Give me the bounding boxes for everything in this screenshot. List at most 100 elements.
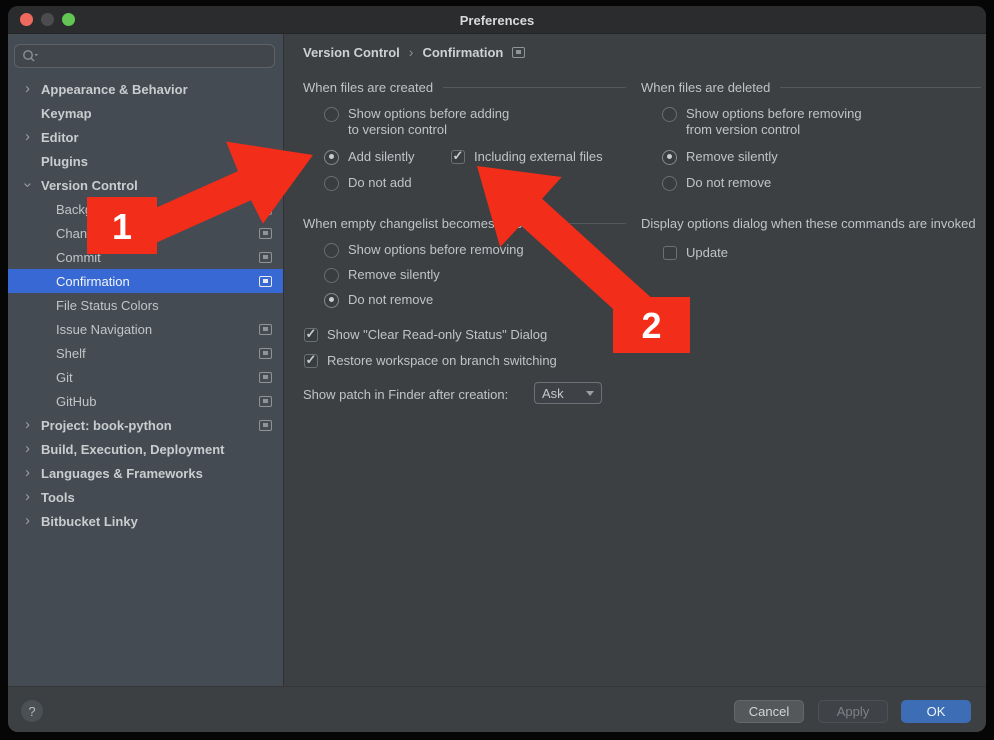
- close-window-icon[interactable]: [20, 13, 33, 26]
- screen-icon: [512, 47, 525, 58]
- sidebar-item-github[interactable]: GitHub: [8, 389, 283, 413]
- apply-button: Apply: [818, 700, 888, 723]
- sidebar-item-label: Issue Navigation: [56, 322, 152, 337]
- checkbox-label: Show "Clear Read-only Status" Dialog: [327, 327, 547, 343]
- sidebar-item-label: Languages & Frameworks: [41, 466, 203, 481]
- radio-show-options-before-removing[interactable]: Show options before removing from versio…: [662, 106, 862, 138]
- breadcrumb-separator-icon: [409, 44, 414, 60]
- radio-remove-silently[interactable]: Remove silently: [662, 149, 778, 165]
- radio-show-options-before-adding[interactable]: Show options before adding to version co…: [324, 106, 509, 138]
- chevron-down-icon[interactable]: [25, 180, 41, 190]
- sidebar-item-appearance-behavior[interactable]: Appearance & Behavior: [8, 77, 283, 101]
- radio-do-not-add[interactable]: Do not add: [324, 175, 412, 191]
- checkbox-checked-icon[interactable]: [304, 354, 318, 368]
- sidebar-item-build-execution-deployment[interactable]: Build, Execution, Deployment: [8, 437, 283, 461]
- dropdown-value: Ask: [542, 386, 564, 401]
- sidebar-item-label: Bitbucket Linky: [41, 514, 138, 529]
- sidebar-item-changelists[interactable]: Changelists: [8, 221, 283, 245]
- sidebar-item-label: Keymap: [41, 106, 92, 121]
- dialog-footer: ? Cancel Apply OK: [8, 686, 986, 732]
- chevron-right-icon[interactable]: [25, 443, 41, 455]
- ok-button[interactable]: OK: [901, 700, 971, 723]
- checkbox-including-external-files[interactable]: Including external files: [451, 149, 603, 165]
- radio-selected-icon[interactable]: [324, 293, 339, 308]
- sidebar-item-label: Build, Execution, Deployment: [41, 442, 224, 457]
- screen-icon: [259, 348, 272, 359]
- sidebar-item-languages-frameworks[interactable]: Languages & Frameworks: [8, 461, 283, 485]
- radio-selected-icon[interactable]: [662, 150, 677, 165]
- sidebar-item-label: Editor: [41, 130, 79, 145]
- radio-icon[interactable]: [324, 268, 339, 283]
- breadcrumb-parent[interactable]: Version Control: [303, 45, 400, 60]
- screen-icon: [259, 276, 272, 287]
- chevron-right-icon[interactable]: [25, 83, 41, 95]
- sidebar-item-file-status-colors[interactable]: File Status Colors: [8, 293, 283, 317]
- group-title-empty-changelist: When empty changelist becomes inactive: [303, 215, 626, 232]
- chevron-right-icon[interactable]: [25, 515, 41, 527]
- chevron-right-icon[interactable]: [25, 131, 41, 143]
- radio-do-not-remove[interactable]: Do not remove: [662, 175, 771, 191]
- radio-add-silently[interactable]: Add silently: [324, 149, 414, 165]
- sidebar-item-label: GitHub: [56, 394, 96, 409]
- sidebar-item-editor[interactable]: Editor: [8, 125, 283, 149]
- sidebar-item-project-book-python[interactable]: Project: book-python: [8, 413, 283, 437]
- sidebar-item-background[interactable]: Background: [8, 197, 283, 221]
- sidebar-item-label: Appearance & Behavior: [41, 82, 188, 97]
- sidebar-item-plugins[interactable]: Plugins: [8, 149, 283, 173]
- sidebar-item-bitbucket-linky[interactable]: Bitbucket Linky: [8, 509, 283, 533]
- traffic-lights: [20, 13, 75, 26]
- radio-label: Do not add: [348, 175, 412, 191]
- sidebar-item-confirmation[interactable]: Confirmation: [8, 269, 283, 293]
- sidebar-item-tools[interactable]: Tools: [8, 485, 283, 509]
- sidebar-item-label: Version Control: [41, 178, 138, 193]
- sidebar-item-commit[interactable]: Commit: [8, 245, 283, 269]
- patch-in-finder-dropdown[interactable]: Ask: [534, 382, 602, 404]
- radio-icon[interactable]: [324, 107, 339, 122]
- radio-do-not-remove-changelist[interactable]: Do not remove: [324, 292, 433, 308]
- sidebar-item-label: Project: book-python: [41, 418, 172, 433]
- help-button[interactable]: ?: [21, 700, 43, 722]
- window-title: Preferences: [8, 6, 986, 34]
- cancel-button[interactable]: Cancel: [734, 700, 804, 723]
- confirmation-settings-panel: Version Control Confirmation When files …: [285, 34, 986, 686]
- radio-selected-icon[interactable]: [324, 150, 339, 165]
- sidebar-item-issue-navigation[interactable]: Issue Navigation: [8, 317, 283, 341]
- radio-icon[interactable]: [324, 243, 339, 258]
- settings-tree: Appearance & Behavior Keymap Editor Plug…: [8, 77, 283, 533]
- chevron-right-icon[interactable]: [25, 491, 41, 503]
- search-input[interactable]: [14, 44, 275, 68]
- title-bar: Preferences: [8, 6, 986, 34]
- checkbox-checked-icon[interactable]: [304, 328, 318, 342]
- radio-label: Remove silently: [686, 149, 778, 165]
- radio-icon[interactable]: [662, 176, 677, 191]
- zoom-window-icon[interactable]: [62, 13, 75, 26]
- sidebar-item-version-control[interactable]: Version Control: [8, 173, 283, 197]
- radio-label: Do not remove: [686, 175, 771, 191]
- preferences-window: Preferences Appearance & Behavior: [8, 6, 986, 732]
- checkbox-unchecked-icon[interactable]: [663, 246, 677, 260]
- patch-in-finder-label: Show patch in Finder after creation:: [303, 387, 508, 402]
- search-history-arrow-icon: [35, 54, 39, 56]
- screen-icon: [259, 324, 272, 335]
- sidebar-item-label: Confirmation: [56, 274, 130, 289]
- sidebar-item-shelf[interactable]: Shelf: [8, 341, 283, 365]
- window-content: Appearance & Behavior Keymap Editor Plug…: [8, 34, 986, 732]
- sidebar-item-keymap[interactable]: Keymap: [8, 101, 283, 125]
- sidebar-item-label: Commit: [56, 250, 101, 265]
- radio-icon[interactable]: [324, 176, 339, 191]
- chevron-right-icon[interactable]: [25, 419, 41, 431]
- radio-icon[interactable]: [662, 107, 677, 122]
- checkbox-show-clear-readonly-dialog[interactable]: Show "Clear Read-only Status" Dialog: [304, 327, 547, 343]
- checkbox-update[interactable]: Update: [663, 245, 728, 261]
- radio-show-options-before-removing-changelist[interactable]: Show options before removing: [324, 242, 524, 258]
- checkbox-checked-icon[interactable]: [451, 150, 465, 164]
- radio-label: Show options before removing from versio…: [686, 106, 862, 138]
- checkbox-restore-workspace[interactable]: Restore workspace on branch switching: [304, 353, 557, 369]
- checkbox-label: Restore workspace on branch switching: [327, 353, 557, 369]
- checkbox-label: Including external files: [474, 149, 603, 165]
- radio-remove-silently-changelist[interactable]: Remove silently: [324, 267, 440, 283]
- sidebar-item-git[interactable]: Git: [8, 365, 283, 389]
- screen-icon: [259, 252, 272, 263]
- chevron-right-icon[interactable]: [25, 467, 41, 479]
- group-title-files-created: When files are created: [303, 79, 626, 96]
